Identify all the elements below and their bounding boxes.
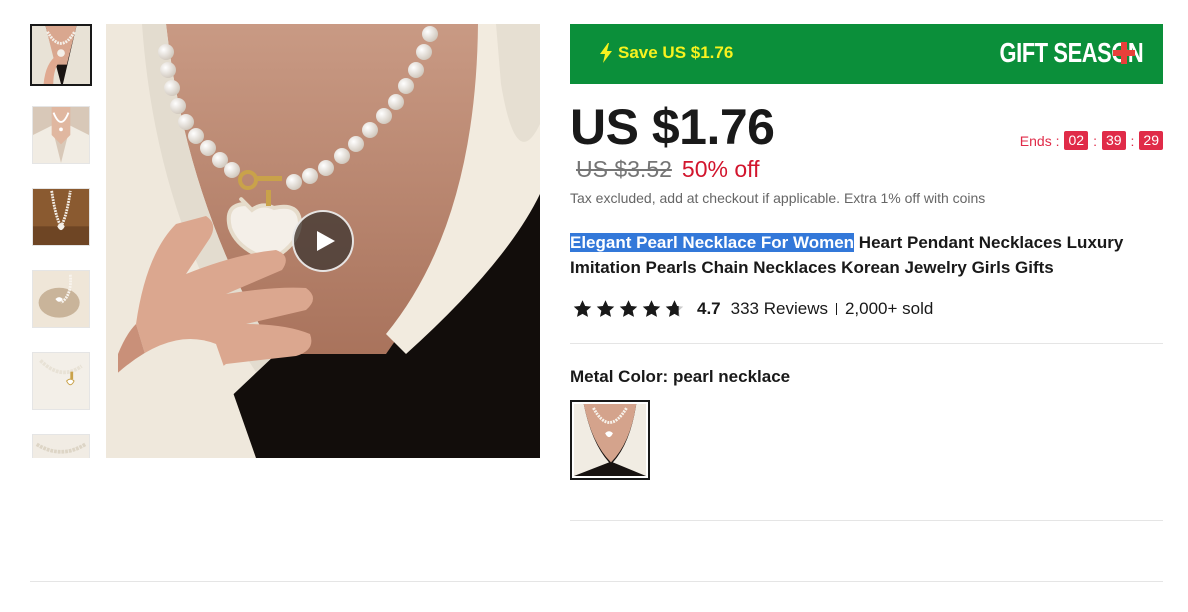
divider xyxy=(570,520,1163,521)
divider xyxy=(30,581,1163,582)
discount-badge: 50% off xyxy=(681,156,760,182)
countdown-timer: Ends : 02 : 39 : 29 xyxy=(1020,131,1163,150)
star-icon xyxy=(619,300,638,317)
countdown-label: Ends : xyxy=(1019,132,1060,149)
countdown-minutes: 39 xyxy=(1101,131,1126,150)
promo-banner[interactable]: Save US $1.76 GIFT SEASON xyxy=(570,24,1163,84)
thumbnail-2[interactable] xyxy=(32,106,90,164)
separator xyxy=(835,303,837,315)
thumbnail-4[interactable] xyxy=(32,270,90,328)
thumbnail-5[interactable] xyxy=(32,352,90,410)
thumbnail-image xyxy=(33,189,89,245)
thumbnail-image xyxy=(33,353,89,409)
thumbnail-image xyxy=(32,26,90,84)
price-comparison: US $3.52 50% off xyxy=(576,156,760,183)
sku-image xyxy=(574,404,646,476)
lightning-bolt-icon xyxy=(600,43,612,63)
star-icon xyxy=(596,300,615,317)
original-price: US $3.52 xyxy=(576,156,672,182)
rating-row: 4.7 333 Reviews 2,000+ sold xyxy=(572,299,933,319)
thumbnail-image xyxy=(33,271,89,327)
countdown-hours: 02 xyxy=(1064,131,1089,150)
thumbnail-image xyxy=(33,107,89,163)
tax-note: Tax excluded, add at checkout if applica… xyxy=(570,190,986,206)
thumbnail-strip xyxy=(30,24,92,458)
video-play-button[interactable] xyxy=(292,210,354,272)
thumbnail-1[interactable] xyxy=(30,24,92,86)
star-half-icon xyxy=(665,300,684,317)
promo-save: Save US $1.76 xyxy=(598,43,733,63)
gift-cross-icon xyxy=(1113,42,1135,64)
product-title-highlighted: Elegant Pearl Necklace For Women xyxy=(570,233,855,252)
countdown-seconds: 29 xyxy=(1139,131,1163,150)
star-icon xyxy=(573,300,592,317)
metal-color-label: Metal Color: pearl necklace xyxy=(570,367,791,386)
thumbnail-image xyxy=(33,435,89,458)
divider xyxy=(570,343,1163,344)
rating-value: 4.7 xyxy=(697,299,721,318)
main-product-image[interactable] xyxy=(106,24,540,458)
sold-count: 2,000+ sold xyxy=(844,299,934,318)
star-icon xyxy=(642,300,661,317)
product-title: Elegant Pearl Necklace For Women Heart P… xyxy=(570,230,1170,280)
thumbnail-3[interactable] xyxy=(32,188,90,246)
promo-save-text: Save US $1.76 xyxy=(618,43,734,62)
current-price: US $1.76 xyxy=(570,99,775,155)
countdown-separator: : xyxy=(1093,132,1097,149)
play-icon xyxy=(317,231,335,251)
sku-option-pearl-necklace[interactable] xyxy=(570,400,650,480)
reviews-link[interactable]: 333 Reviews xyxy=(731,299,828,319)
thumbnail-6[interactable] xyxy=(32,434,90,458)
rating-stars xyxy=(572,299,685,319)
countdown-separator: : xyxy=(1130,132,1135,149)
